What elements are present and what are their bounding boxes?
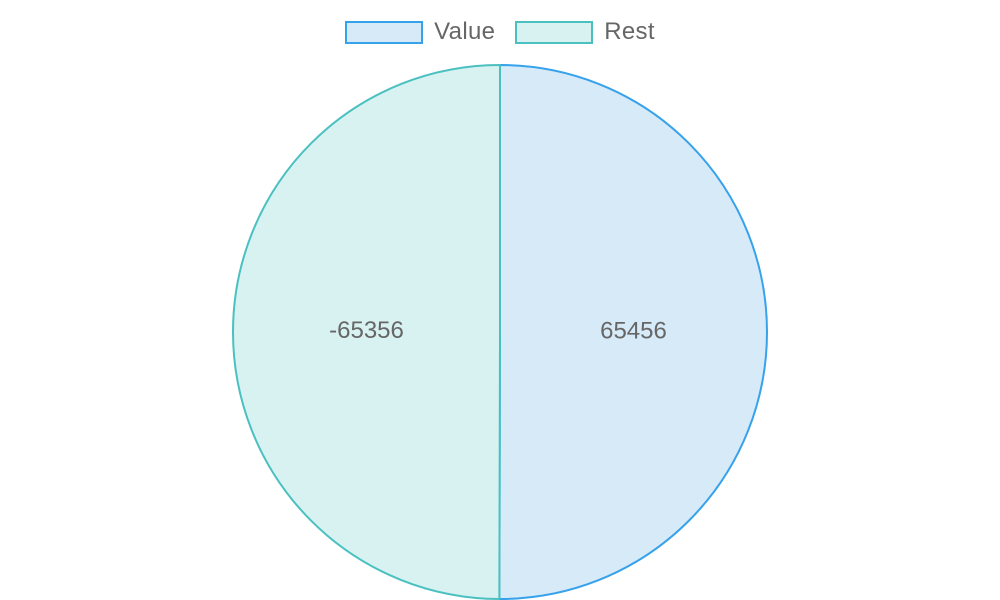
data-label-value: 65456 (600, 318, 667, 345)
pie-chart: Value Rest 65456 -65356 (0, 0, 1000, 600)
data-label-rest: -65356 (329, 317, 404, 344)
pie-plot-area: 65456 -65356 (232, 64, 769, 600)
